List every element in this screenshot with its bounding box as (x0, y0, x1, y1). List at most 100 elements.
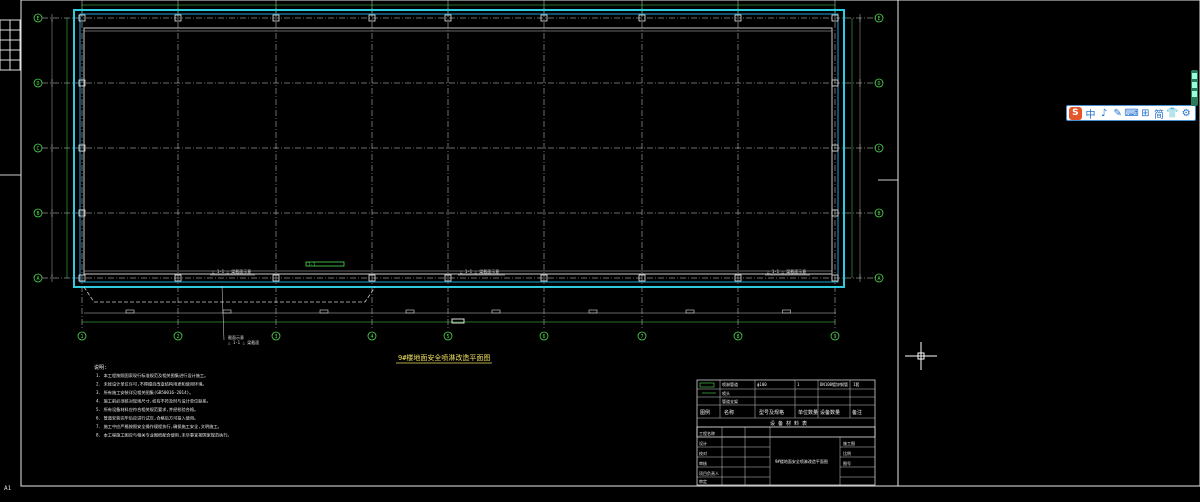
legend-row-1-name: 喷淋管道 (722, 381, 738, 387)
axis-label-row: D (877, 81, 880, 87)
tb-sheet: 图号 (843, 460, 851, 466)
axis-bubble-col: 9 (830, 331, 840, 341)
note-line: 8. 本工程施工图应与相关专业图纸配合使用,未尽事宜按国家规范执行。 (96, 432, 232, 439)
axis-bubble-col: 5 (443, 331, 453, 341)
legend-row-1-desc: DN100镀锌钢管 (820, 381, 848, 387)
axis-bubble-row: A (874, 273, 884, 283)
title-block: 工程名称 设计 校对 审核 项目负责人 审定 9#楼地面安全喷淋改造平面图 施工… (696, 426, 876, 486)
tb-scale: 比例 (843, 450, 851, 456)
axis-label-row: B (877, 211, 880, 217)
left-stamp (0, 19, 21, 71)
note-line: 7. 施工中应严格按照安全操作规程执行,确保施工安全,文明施工。 (96, 423, 222, 430)
axis-bubble-col: 8 (733, 331, 743, 341)
ime-logo-icon[interactable]: S (1069, 106, 1082, 120)
axis-bubble-row: C (33, 143, 43, 153)
legend-header-cell: 图例 (700, 409, 710, 416)
legend-header-cell: 备注 (852, 409, 862, 416)
axis-bubble-row: C (874, 143, 884, 153)
axis-label-row: E (36, 16, 39, 22)
beam-note-right: △ 1-1 △ 梁截面示意 (767, 268, 806, 274)
tb-stage: 施工图 (843, 440, 855, 446)
note-line: 4. 施工前必须核对现场尺寸,如有不符及时与设计单位联系。 (96, 398, 211, 405)
notes-heading: 说明: (94, 364, 107, 371)
axis-label-col: 2 (176, 334, 179, 340)
legend-header-cell: 型号及规格 (759, 409, 784, 416)
cad-drawing-canvas[interactable]: E ED DC CB BA A1 2 3 4 5 6 7 8 9 △ 1-1 △ 梁截面示意 △ 1-1 … (0, 0, 1200, 502)
axis-label-col: 4 (370, 334, 373, 340)
legend-table-title: 设 备 材 料 表 (770, 420, 807, 427)
legend-header-cell: 名称 (724, 409, 734, 416)
ime-grid-icon[interactable]: ⊞ (1139, 106, 1153, 120)
legend-row-3-name: 管道支架 (722, 398, 738, 404)
sheet-frame-right (897, 0, 1200, 487)
beam-note-mid: △ 1-1 △ 梁截面示意 (460, 268, 499, 274)
axis-label-col: 6 (542, 334, 545, 340)
axis-bubble-row: E (33, 13, 43, 23)
axis-bubble-col: 3 (271, 331, 281, 341)
axis-bubble-row: A (33, 273, 43, 283)
note-line: 3. 所有施工安装详见相关图集(GB50016-2014)。 (96, 389, 193, 396)
tb-drawing-name: 9#楼地面安全喷淋改造平面图 (775, 458, 828, 464)
ime-skin-icon[interactable]: 👕 (1166, 106, 1180, 120)
axis-label-row: C (36, 146, 39, 152)
axis-label-row: A (877, 276, 880, 282)
axis-bubbles: E E D D C C B B A A 1 2 3 4 5 6 7 8 9 (33, 13, 884, 341)
bottom-label-sub: △ 1-1 △ 梁截面 (228, 339, 259, 345)
axis-bubble-col: 7 (637, 331, 647, 341)
ime-settings-icon[interactable]: ⚙ (1179, 106, 1193, 120)
grid-lines (42, 0, 876, 330)
ime-keyboard-icon[interactable]: ⌨ (1124, 106, 1138, 120)
ime-chinese-mode[interactable]: 中 (1084, 106, 1098, 121)
note-line: 6. 管道安装完毕后应进行试压,合格后方可投入使用。 (96, 415, 198, 422)
tb-project-label: 工程名称 (699, 430, 715, 436)
ime-moon-icon[interactable]: ♪ (1097, 106, 1111, 120)
axis-label-row: C (877, 146, 880, 152)
ime-punct-icon[interactable]: ✎ (1111, 106, 1125, 120)
note-line: 2. 未经设计单位许可,不得擅自改变结构用途和使用环境。 (96, 381, 207, 388)
note-line: 1. 本工程按照国家现行标准规范及相关图集进行设计施工。 (96, 372, 208, 379)
legend-header-cell: 单位数量 (798, 409, 818, 416)
axis-bubble-row: B (33, 208, 43, 218)
axis-bubble-col: 4 (367, 331, 377, 341)
axis-bubble-col: 6 (539, 331, 549, 341)
axis-label-col: 5 (446, 334, 449, 340)
ime-toolbar[interactable]: S 中 ♪ ✎ ⌨ ⊞ 简 👕 ⚙ (1066, 105, 1196, 121)
foundation-lines (83, 286, 836, 324)
axis-bubble-col: 2 (173, 331, 183, 341)
axis-label-col: 8 (736, 334, 739, 340)
note-line: 5. 所有设备材料应符合相关规范要求,并经检验合格。 (96, 406, 198, 413)
building-outline (73, 9, 845, 288)
ime-simplified-toggle[interactable]: 简 (1152, 106, 1166, 121)
axis-label-row: B (36, 211, 39, 217)
axis-label-row: A (36, 276, 39, 282)
axis-label-col: 1 (80, 334, 83, 340)
notes-block: 说明: 1. 本工程按照国家现行标准规范及相关图集进行设计施工。 2. 未经设计单… (94, 364, 232, 439)
legend-row-2-name: 喷头 (722, 390, 730, 396)
axis-bubble-row: D (874, 78, 884, 88)
materials-table: 喷淋管道 ф100 1 DN100镀锌钢管 1套 喷头 管道支架 图例 名称 型号及… (696, 379, 876, 438)
axis-bubble-col: 1 (77, 331, 87, 341)
legend-header: 图例 名称 型号及规格 单位数量 设备数量 备注 (700, 409, 862, 416)
tb-row-check: 校对 (699, 450, 707, 456)
legend-row-1-qty: 1 (797, 382, 800, 387)
beam-note-left: △ 1-1 △ 梁截面示意 (212, 268, 251, 274)
drawing-title: 9#楼地面安全喷淋改造平面图 (398, 353, 490, 362)
legend-row-1-spec: ф100 (757, 382, 767, 387)
tb-row-pm: 项目负责人 (699, 470, 719, 476)
legend-count: 1套 (853, 381, 859, 387)
legend-header-cell: 设备数量 (820, 409, 840, 416)
axis-bubble-row: D (33, 78, 43, 88)
axis-label-row: E (877, 16, 880, 22)
axis-label-col: 9 (833, 334, 836, 340)
axis-bubble-row: B (874, 208, 884, 218)
axis-bubble-row: E (874, 13, 884, 23)
axis-label-col: 3 (274, 334, 277, 340)
side-scroll-widget[interactable] (1191, 70, 1198, 106)
crosshair-cursor-icon (905, 342, 937, 370)
section-callout: 1-1 (308, 262, 316, 267)
axis-label-col: 7 (640, 334, 643, 340)
tb-row-approve: 审定 (699, 478, 707, 484)
tb-row-review: 审核 (699, 460, 707, 466)
axis-label-row: D (36, 81, 39, 87)
ucs-tag: A1 (4, 485, 12, 492)
